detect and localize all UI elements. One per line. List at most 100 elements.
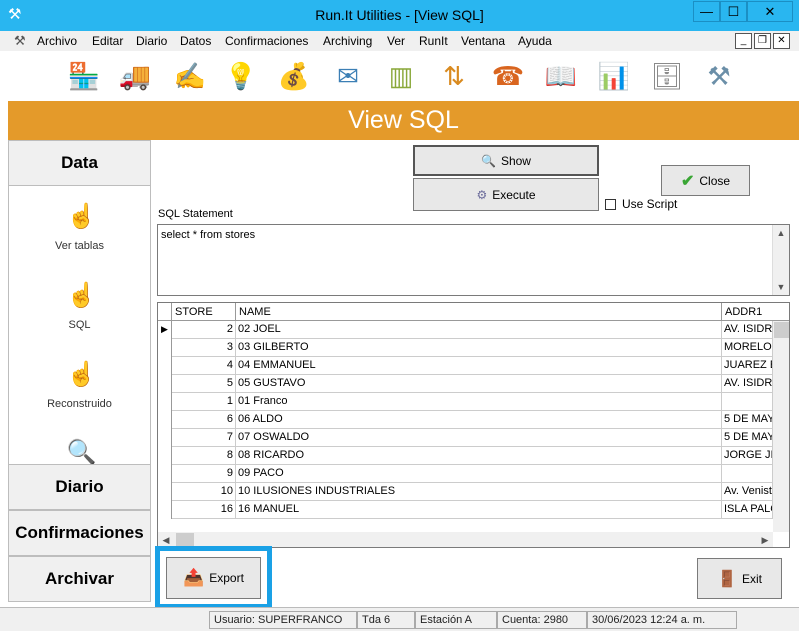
mdi-restore-button[interactable]: ❐ [754,33,771,49]
mail-icon[interactable]: ✉ [330,59,366,93]
nav-section-confirmaciones[interactable]: Confirmaciones [8,510,151,556]
coins-icon[interactable]: 💰 [276,59,312,93]
truck-icon[interactable]: 🚚 [117,59,153,93]
menu-archiving[interactable]: Archiving [323,34,372,48]
nav-item-reconstruido[interactable]: ☝ Reconstruido [9,360,150,410]
cell-addr1[interactable]: Av. Venist [722,483,773,501]
nav-section-archivar[interactable]: Archivar [8,556,151,602]
table-row[interactable]: 3 03 GILBERTO MORELOS [158,339,773,357]
cell-addr1[interactable] [722,465,773,483]
signature-icon[interactable]: ✍ [172,59,208,93]
cell-addr1[interactable]: AV. ISIDR [722,321,773,339]
grid-horizontal-scroll-thumb[interactable] [176,533,194,547]
cell-store[interactable]: 3 [172,339,236,357]
barcode-icon[interactable]: ▥ [383,59,419,93]
cell-name[interactable]: 09 PACO [236,465,722,483]
column-header-addr1[interactable]: ADDR1 [722,303,789,321]
phone-book-icon[interactable]: ☎ [490,59,526,93]
show-button[interactable]: 🔍 Show [413,145,599,176]
mdi-close-button[interactable]: ✕ [773,33,790,49]
cell-name[interactable]: 01 Franco [236,393,722,411]
table-row[interactable]: ▶ 2 02 JOEL AV. ISIDR [158,321,773,339]
table-row[interactable]: 6 06 ALDO 5 DE MAY [158,411,773,429]
cell-store[interactable]: 5 [172,375,236,393]
nav-item-partial[interactable]: 🔍 [9,438,150,464]
execute-button[interactable]: ⚙ Execute [413,178,599,211]
table-row[interactable]: 5 05 GUSTAVO AV. ISIDR [158,375,773,393]
menu-tools-icon[interactable]: ⚒ [14,33,26,49]
menu-datos[interactable]: Datos [180,34,211,48]
maximize-button[interactable]: ☐ [720,1,747,22]
nav-section-data[interactable]: Data [8,140,151,186]
cell-store[interactable]: 4 [172,357,236,375]
cell-addr1[interactable]: ISLA PALC [722,501,773,519]
cell-addr1[interactable]: JUAREZ E [722,357,773,375]
cell-name[interactable]: 04 EMMANUEL [236,357,722,375]
cell-name[interactable]: 07 OSWALDO [236,429,722,447]
transfer-icon[interactable]: ⇅ [436,59,472,93]
cell-name[interactable]: 02 JOEL [236,321,722,339]
menu-archivo[interactable]: Archivo [37,34,77,48]
archive-icon[interactable]: 🗄 [649,59,685,93]
nav-item-sql[interactable]: ☝ SQL [9,281,150,331]
cell-addr1[interactable]: 5 DE MAY [722,411,773,429]
menu-editar[interactable]: Editar [92,34,123,48]
use-script-checkbox[interactable]: Use Script [605,197,677,211]
cell-addr1[interactable]: AV. ISIDR [722,375,773,393]
cell-store[interactable]: 16 [172,501,236,519]
menu-ventana[interactable]: Ventana [461,34,505,48]
cell-store[interactable]: 1 [172,393,236,411]
table-row[interactable]: 4 04 EMMANUEL JUAREZ E [158,357,773,375]
cell-addr1[interactable]: MORELOS [722,339,773,357]
store-icon[interactable]: 🏪 [66,59,102,93]
sql-statement-input[interactable]: select * from stores ▲ ▼ [157,224,790,296]
menu-ver[interactable]: Ver [387,34,405,48]
menu-diario[interactable]: Diario [136,34,167,48]
menu-confirmaciones[interactable]: Confirmaciones [225,34,308,48]
table-row[interactable]: 16 16 MANUEL ISLA PALC [158,501,773,519]
open-book-icon[interactable]: 📖 [543,59,579,93]
grid-vertical-scrollbar[interactable] [773,321,789,532]
cell-store[interactable]: 6 [172,411,236,429]
close-window-button[interactable]: ✕ [747,1,793,22]
checkbox-box[interactable] [605,198,616,210]
cell-store[interactable]: 2 [172,321,236,339]
table-row[interactable]: 9 09 PACO [158,465,773,483]
column-header-store[interactable]: STORE [172,303,236,321]
cell-addr1[interactable]: JORGE JII [722,447,773,465]
nav-item-ver-tablas[interactable]: ☝ Ver tablas [9,202,150,252]
results-grid[interactable]: STORE NAME ADDR1 ▶ 2 02 JOEL AV. ISIDR 3… [157,302,790,548]
sql-scrollbar[interactable]: ▲ ▼ [772,225,789,295]
cell-store[interactable]: 9 [172,465,236,483]
cell-name[interactable]: 05 GUSTAVO [236,375,722,393]
table-row[interactable]: 10 10 ILUSIONES INDUSTRIALES Av. Venist [158,483,773,501]
cell-name[interactable]: 16 MANUEL [236,501,722,519]
cell-name[interactable]: 03 GILBERTO [236,339,722,357]
tools-icon[interactable]: ⚒ [701,59,737,93]
cell-store[interactable]: 7 [172,429,236,447]
nav-section-diario[interactable]: Diario [8,464,151,510]
cell-store[interactable]: 10 [172,483,236,501]
presentation-icon[interactable]: 📊 [596,59,632,93]
exit-button[interactable]: 🚪 Exit [697,558,782,599]
minimize-button[interactable]: — [693,1,720,22]
table-row[interactable]: 8 08 RICARDO JORGE JII [158,447,773,465]
table-row[interactable]: 7 07 OSWALDO 5 DE MAY [158,429,773,447]
close-button[interactable]: ✔ Close [661,165,750,196]
cell-store[interactable]: 8 [172,447,236,465]
cell-name[interactable]: 10 ILUSIONES INDUSTRIALES [236,483,722,501]
cell-name[interactable]: 06 ALDO [236,411,722,429]
scroll-down-icon[interactable]: ▼ [773,279,789,295]
column-header-name[interactable]: NAME [236,303,722,321]
menu-runit[interactable]: RunIt [419,34,448,48]
cell-addr1[interactable] [722,393,773,411]
table-row[interactable]: 1 01 Franco [158,393,773,411]
grid-vertical-scroll-thumb[interactable] [774,322,789,338]
menu-ayuda[interactable]: Ayuda [518,34,552,48]
scroll-right-icon[interactable]: ▶ [757,532,773,547]
cell-addr1[interactable]: 5 DE MAY [722,429,773,447]
cell-name[interactable]: 08 RICARDO [236,447,722,465]
mdi-minimize-button[interactable]: _ [735,33,752,49]
scroll-up-icon[interactable]: ▲ [773,225,789,241]
lightbulb-icon[interactable]: 💡 [223,59,259,93]
